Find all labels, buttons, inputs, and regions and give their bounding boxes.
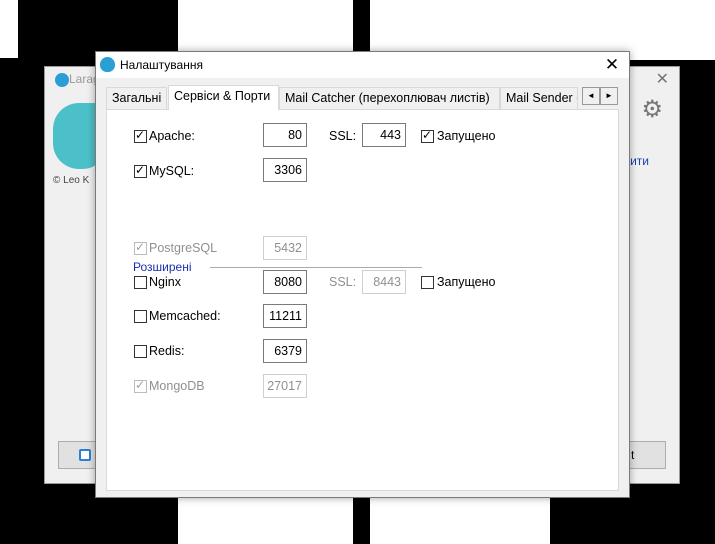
apache-running-label: Запущено <box>437 129 496 143</box>
nginx-checkbox[interactable] <box>134 276 147 289</box>
credit-text: © Leo K <box>53 175 90 186</box>
redis-checkbox[interactable] <box>134 345 147 358</box>
apache-ssl-port-field[interactable]: 443 <box>362 123 406 147</box>
mongodb-label: MongoDB <box>149 379 205 393</box>
tab-mail-sender[interactable]: Mail Sender ( <box>500 87 578 109</box>
postgresql-label: PostgreSQL <box>149 241 218 255</box>
dialog-title: Налаштування <box>120 58 203 72</box>
tab-services-ports[interactable]: Сервіси & Порти <box>168 85 279 110</box>
apache-ssl-label: SSL: <box>329 129 357 143</box>
tab-scroll-right-button[interactable]: ► <box>600 87 618 105</box>
nginx-ssl-port-field: 8443 <box>362 270 406 294</box>
mongodb-checkbox <box>134 378 147 393</box>
postgresql-checkbox <box>134 240 147 255</box>
tab-general[interactable]: Загальні <box>106 87 167 109</box>
apache-running-checkbox[interactable] <box>421 128 434 143</box>
laragon-logo-icon <box>55 73 69 87</box>
close-icon[interactable]: ✕ <box>656 69 669 89</box>
mongodb-port-field: 27017 <box>263 374 307 398</box>
redis-label: Redis: <box>149 344 185 358</box>
settings-dialog: Налаштування ✕ Загальні Сервіси & Порти … <box>95 51 630 498</box>
nginx-running-label: Запущено <box>437 275 496 289</box>
background-shape <box>0 0 18 58</box>
nginx-label: Nginx <box>149 275 181 289</box>
advanced-group-label: Розширені <box>133 260 192 274</box>
memcached-port-field[interactable]: 11211 <box>263 304 307 328</box>
nginx-ssl-label: SSL: <box>329 275 357 289</box>
postgresql-port-field: 5432 <box>263 236 307 260</box>
apache-port-field[interactable]: 80 <box>263 123 307 147</box>
gear-icon[interactable]: ⚙ <box>641 95 663 124</box>
memcached-label: Memcached: <box>149 309 221 323</box>
redis-port-field[interactable]: 6379 <box>263 339 307 363</box>
stop-icon <box>79 449 91 461</box>
nginx-running-checkbox[interactable] <box>421 276 434 289</box>
nginx-port-field[interactable]: 8080 <box>263 270 307 294</box>
group-divider <box>210 267 422 268</box>
tab-scroll-left-button[interactable]: ◄ <box>582 87 600 105</box>
background-shape <box>178 490 353 544</box>
background-shape <box>370 490 550 544</box>
mysql-label: MySQL: <box>149 164 195 178</box>
apache-label: Apache: <box>149 129 195 143</box>
mysql-checkbox[interactable] <box>134 163 147 178</box>
apache-checkbox[interactable] <box>134 128 147 143</box>
tab-scroll-buttons: ◄ ► <box>582 87 620 105</box>
titlebar: Налаштування ✕ <box>96 52 629 78</box>
laragon-app-icon <box>100 57 115 72</box>
services-panel: Apache: 80 SSL: 443 Запущено MySQL: 3306… <box>106 109 619 491</box>
mysql-port-field[interactable]: 3306 <box>263 158 307 182</box>
memcached-checkbox[interactable] <box>134 310 147 323</box>
close-button[interactable]: ✕ <box>599 53 625 77</box>
tab-mail-catcher[interactable]: Mail Catcher (перехоплювач листів) <box>279 87 500 109</box>
